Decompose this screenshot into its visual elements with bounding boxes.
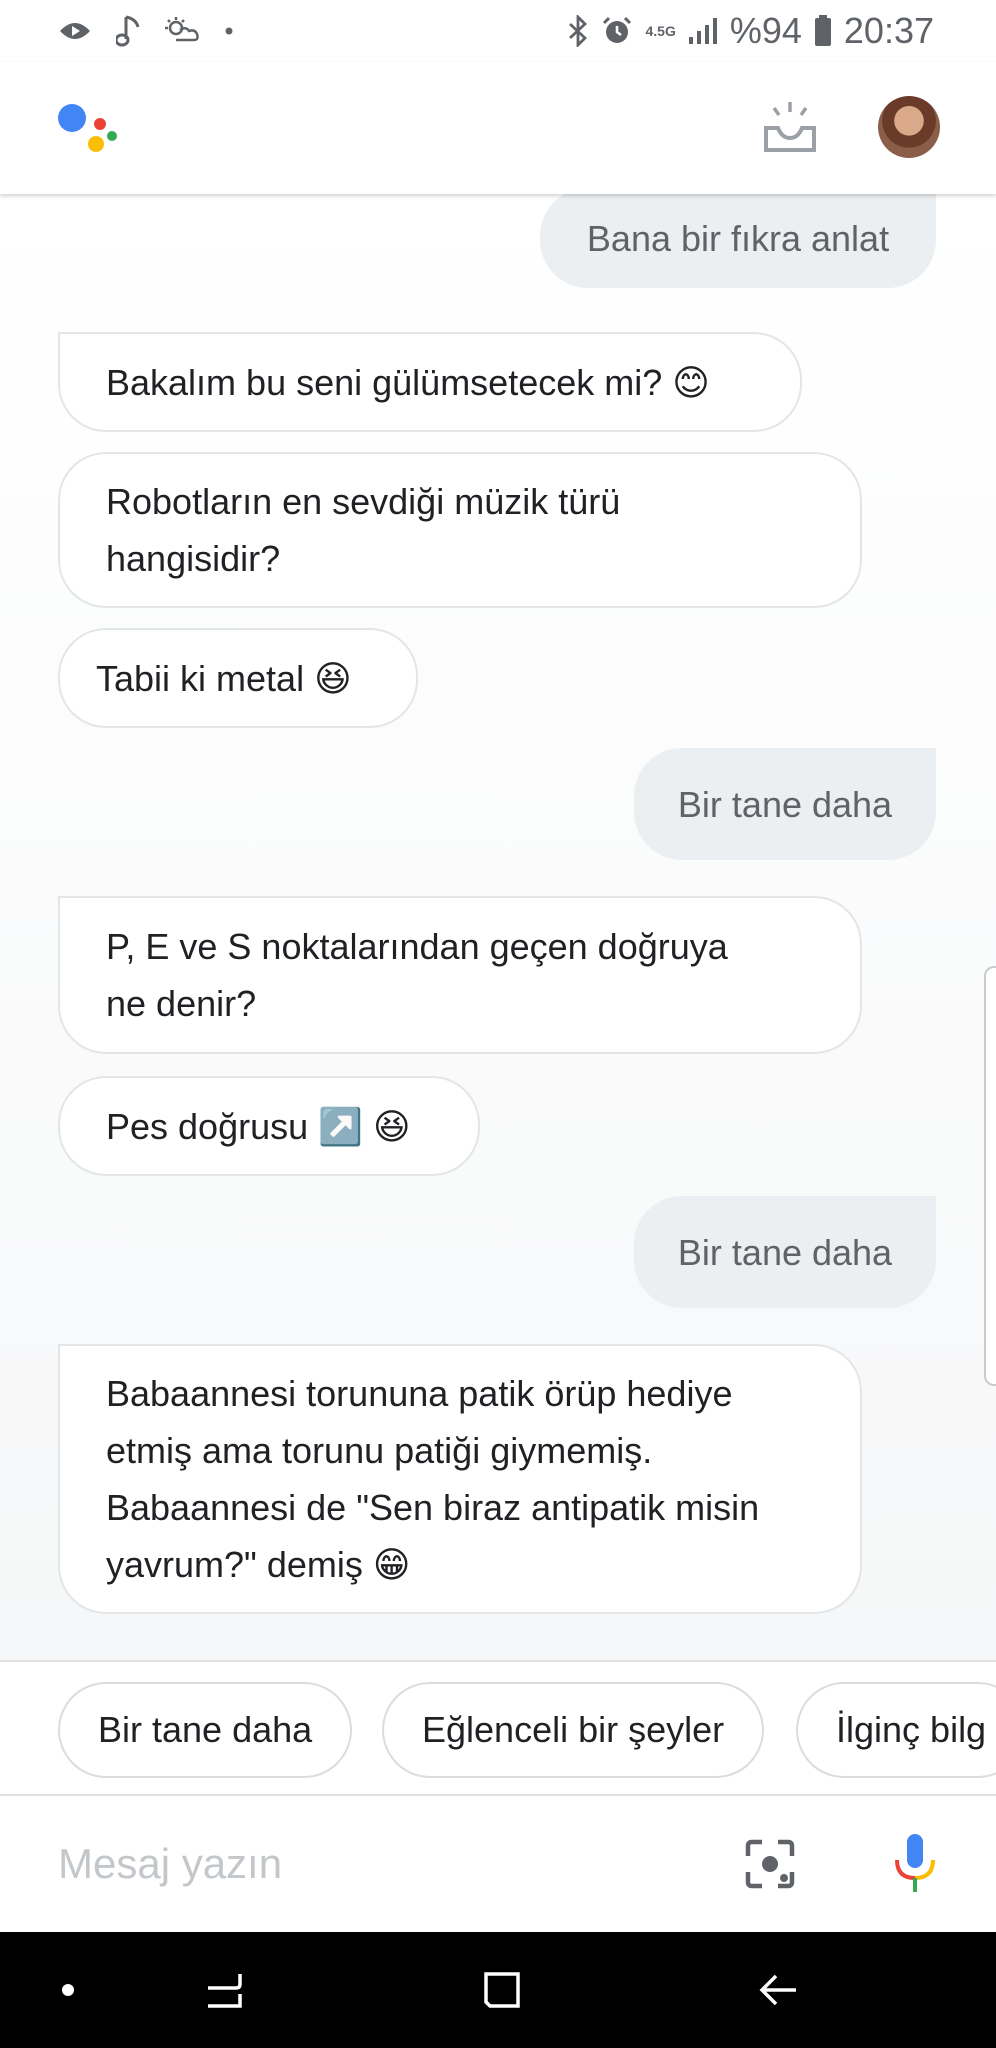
back-icon[interactable] <box>752 1962 808 2018</box>
suggestion-chip[interactable]: İlginç bilg <box>796 1682 996 1778</box>
dot-icon <box>224 26 234 36</box>
battery-icon <box>814 15 832 47</box>
assistant-message: Robotların en sevdiği müzik türü hangisi… <box>58 452 862 608</box>
message-text: Robotların en sevdiği müzik türü hangisi… <box>106 481 621 579</box>
network-type: 4.5G <box>645 23 676 39</box>
battery-percent: %94 <box>729 10 802 51</box>
suggestion-chips: Bir tane daha Eğlenceli bir şeyler İlgin… <box>0 1660 996 1796</box>
message-text: Bana bir fıkra anlat <box>586 217 890 259</box>
message-text: Bakalım bu seni gülümsetecek mi? 😊 <box>106 361 710 403</box>
app-header <box>0 62 996 194</box>
home-icon[interactable] <box>474 1962 530 2018</box>
conversation[interactable]: Bana bir fıkra anlat Bakalım bu seni gül… <box>0 194 996 1660</box>
message-text: Tabii ki metal 😆 <box>96 657 352 699</box>
music-note-icon <box>116 15 140 47</box>
navigation-bar <box>0 1932 996 2048</box>
status-bar: 4.5G %94 20:37 <box>0 0 996 62</box>
message-text: Bir tane daha <box>677 783 893 825</box>
message-text: Bir tane daha <box>677 1231 893 1273</box>
message-text: P, E ve S noktalarından geçen doğruya ne… <box>106 926 728 1024</box>
user-message: Bir tane daha <box>634 1196 936 1308</box>
scroll-edge-handle[interactable] <box>984 966 996 1386</box>
recents-icon[interactable] <box>196 1962 252 2018</box>
message-input[interactable] <box>58 1826 678 1902</box>
assistant-message: Pes doğrusu ↗️ 😆 <box>58 1076 480 1176</box>
chip-label: Eğlenceli bir şeyler <box>422 1709 725 1750</box>
clock: 20:37 <box>843 10 934 51</box>
dot-icon[interactable] <box>40 1962 96 2018</box>
bluetooth-icon <box>567 15 589 47</box>
updates-tray-icon[interactable] <box>762 100 818 156</box>
signal-icon <box>688 17 718 45</box>
assistant-message: P, E ve S noktalarından geçen doğruya ne… <box>58 896 862 1054</box>
assistant-message: Babaannesi torununa patik örüp hediye et… <box>58 1344 862 1614</box>
alarm-icon <box>601 15 633 47</box>
mic-icon[interactable] <box>890 1832 940 1896</box>
suggestion-chip[interactable]: Eğlenceli bir şeyler <box>382 1682 765 1778</box>
assistant-logo-icon[interactable] <box>58 102 118 158</box>
status-left-icons <box>58 15 234 47</box>
input-bar <box>0 1796 996 1932</box>
chip-label: İlginç bilg <box>836 1709 987 1750</box>
play-icon <box>58 18 92 44</box>
user-message: Bana bir fıkra anlat <box>540 194 936 288</box>
assistant-message: Tabii ki metal 😆 <box>58 628 418 728</box>
avatar[interactable] <box>878 96 940 158</box>
assistant-message: Bakalım bu seni gülümsetecek mi? 😊 <box>58 332 802 432</box>
message-text: Pes doğrusu ↗️ 😆 <box>106 1105 411 1147</box>
user-message: Bir tane daha <box>634 748 936 860</box>
message-text: Babaannesi torununa patik örüp hediye et… <box>106 1373 760 1585</box>
status-right-icons: 4.5G %94 20:37 <box>567 10 934 52</box>
weather-icon <box>164 16 200 46</box>
suggestion-chip[interactable]: Bir tane daha <box>58 1682 353 1778</box>
lens-icon[interactable] <box>740 1834 800 1894</box>
chip-label: Bir tane daha <box>98 1709 313 1750</box>
